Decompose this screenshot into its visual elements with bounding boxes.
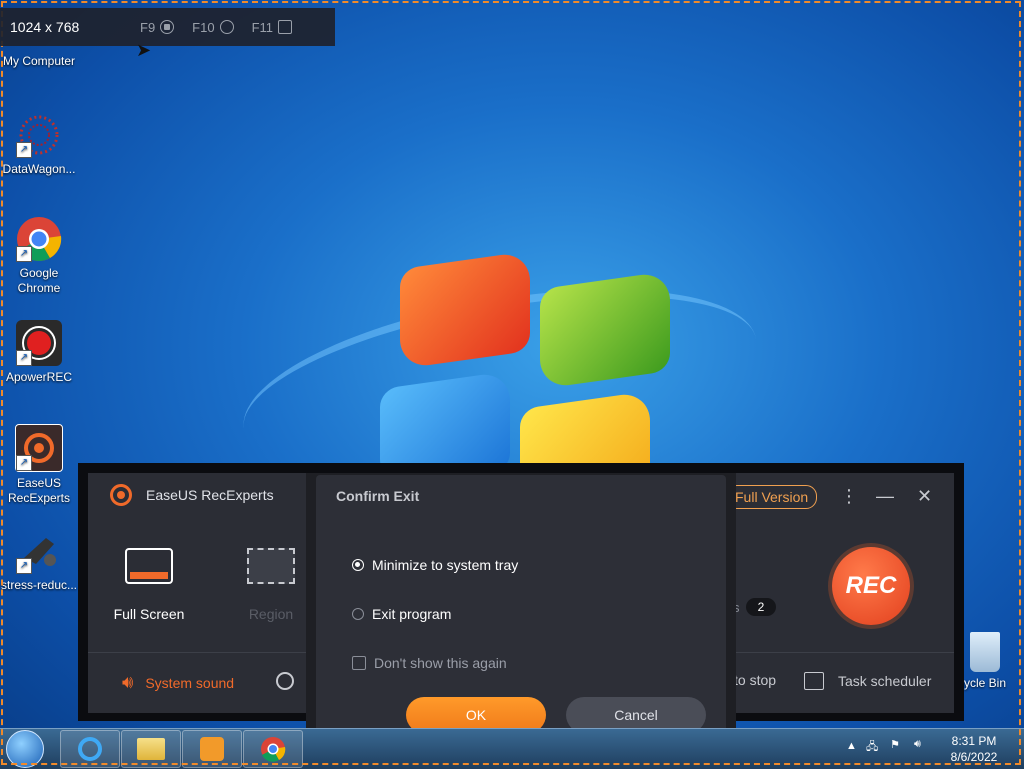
hotkey-pause[interactable]: F10 — [192, 20, 234, 35]
desktop-icon-stress[interactable]: ↗ stress-reduc... — [0, 528, 78, 593]
desktop-icon-label: stress-reduc... — [0, 578, 78, 592]
network-icon[interactable]: 🖧︎ — [866, 738, 878, 757]
speaker-icon: 🔊︎ — [122, 672, 134, 692]
checkbox-icon — [352, 656, 366, 670]
auto-stop-button[interactable]: to stop — [734, 672, 776, 688]
mode-region[interactable]: Region — [240, 548, 302, 622]
capture-dimensions: 1024 x 768 — [10, 19, 80, 35]
datawagon-icon: ↗ — [16, 112, 62, 158]
clock-time: 8:31 PM — [951, 734, 997, 748]
tray-expand-icon[interactable]: ▲ — [846, 740, 857, 752]
mode-full-screen[interactable]: Full Screen — [110, 548, 188, 622]
desktop-icon-label: DataWagon... — [2, 162, 76, 176]
desktop-icon-label: Google Chrome — [17, 266, 61, 295]
capture-toolbar: 1024 x 768 F9 F10 F11 — [0, 8, 335, 46]
volume-icon[interactable]: 🔊︎ — [914, 738, 921, 751]
mouse-cursor-icon: ➤ — [136, 40, 152, 60]
app-title: EaseUS RecExperts — [146, 487, 274, 503]
dont-show-again-checkbox[interactable]: Don't show this again — [352, 655, 507, 671]
system-sound-toggle[interactable]: 🔊︎ System sound — [122, 672, 234, 693]
full-screen-icon — [125, 548, 173, 584]
rec-button[interactable]: REC — [832, 547, 910, 625]
pause-icon — [219, 20, 234, 34]
radio-selected-icon — [352, 559, 364, 571]
more-menu-icon[interactable]: ⋮ — [840, 486, 858, 507]
stress-icon: ↗ — [16, 528, 62, 574]
media-player-icon — [200, 737, 224, 761]
desktop-icon-recycle-bin[interactable]: ycle Bin — [955, 632, 1015, 690]
stop-record-icon — [160, 20, 175, 34]
mode-label: Full Screen — [113, 606, 185, 622]
hotkey-stop[interactable]: F9 — [140, 20, 175, 35]
calendar-icon — [804, 672, 824, 690]
chrome-icon: ↗ — [16, 216, 62, 262]
recycle-bin-icon — [970, 632, 1000, 672]
desktop-icon-label: EaseUS RecExperts — [7, 476, 71, 505]
action-center-icon[interactable]: ⚑ — [890, 738, 900, 751]
apowerrec-icon: ↗ — [16, 320, 62, 366]
chrome-icon — [260, 736, 286, 767]
minimize-icon[interactable]: — — [876, 486, 894, 507]
recorder-title: EaseUS RecExperts — [110, 484, 274, 506]
task-scheduler-button[interactable]: Task scheduler — [804, 672, 931, 690]
camera-icon — [278, 20, 293, 34]
file-explorer-icon — [137, 738, 165, 760]
webcam-icon — [276, 672, 294, 690]
desktop-icon-label: ApowerREC — [5, 370, 73, 384]
count-badge: 2 — [746, 598, 776, 616]
taskbar-file-explorer[interactable] — [121, 730, 181, 768]
clock-date: 8/6/2022 — [950, 750, 998, 764]
full-version-button[interactable]: Full Version — [726, 485, 818, 509]
desktop-icon-datawagon[interactable]: ↗ DataWagon... — [0, 112, 78, 177]
taskbar-internet-explorer[interactable] — [60, 730, 120, 768]
desktop-icon-google-chrome[interactable]: ↗ Google Chrome — [0, 216, 78, 296]
option-exit-program[interactable]: Exit program — [352, 606, 451, 622]
internet-explorer-icon — [78, 737, 102, 761]
desktop-icon-label: ycle Bin — [963, 676, 1007, 690]
region-icon — [247, 548, 295, 584]
taskbar-chrome[interactable] — [243, 730, 303, 768]
desktop-icon-label: My Computer — [2, 54, 76, 68]
desktop-icon-easeus[interactable]: ↗ EaseUS RecExperts — [0, 424, 78, 506]
hotkey-screenshot[interactable]: F11 — [252, 20, 293, 35]
webcam-toggle[interactable] — [276, 672, 294, 690]
option-minimize-to-tray[interactable]: Minimize to system tray — [352, 557, 518, 573]
desktop-icon-apowerrec[interactable]: ↗ ApowerREC — [0, 320, 78, 385]
close-icon[interactable]: ✕ — [917, 486, 932, 507]
taskbar-clock[interactable]: 8:31 PM 8/6/2022 — [944, 733, 1004, 765]
radio-unselected-icon — [352, 608, 364, 620]
windows-logo — [229, 240, 771, 512]
dialog-title: Confirm Exit — [336, 488, 420, 504]
easeus-icon: ↗ — [15, 424, 63, 472]
start-button[interactable] — [6, 730, 44, 768]
mode-label: Region — [248, 606, 294, 622]
taskbar-media-player[interactable] — [182, 730, 242, 768]
easeus-logo-icon — [110, 484, 132, 506]
